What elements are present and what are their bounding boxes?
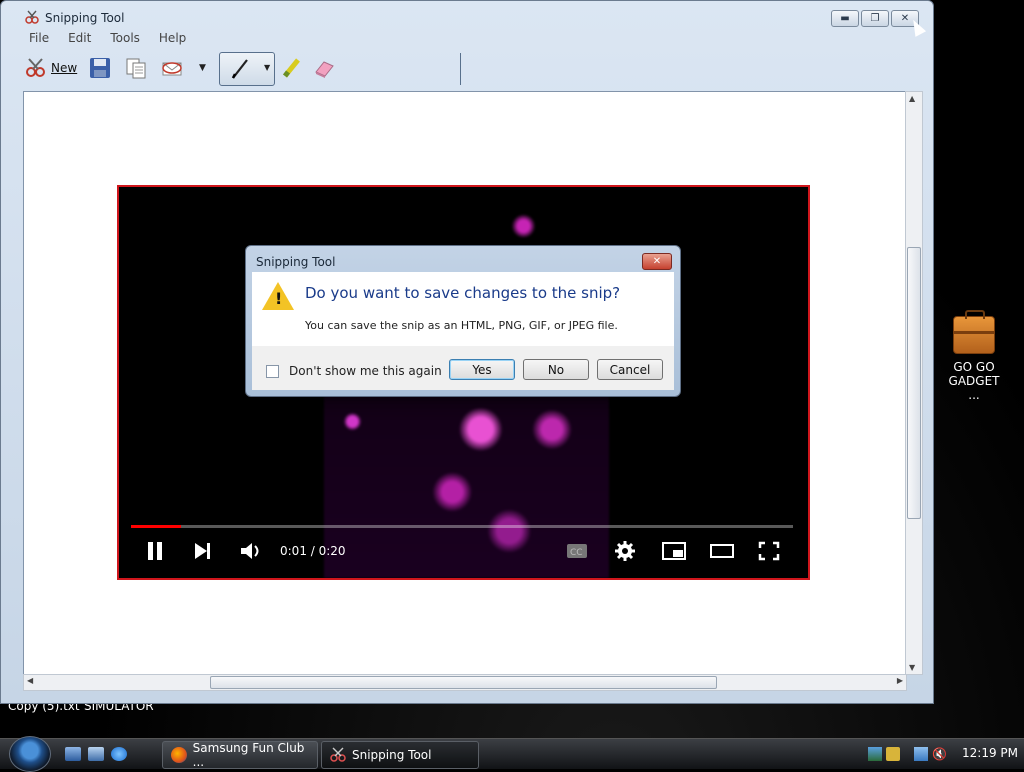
briefcase-icon	[953, 310, 995, 354]
scissors-icon	[25, 10, 39, 24]
scroll-right-icon[interactable]: ▶	[897, 676, 903, 685]
pen-icon	[231, 59, 248, 79]
taskbar-item-label: Snipping Tool	[352, 748, 432, 762]
eraser-button[interactable]	[313, 56, 335, 80]
taskbar-clock[interactable]: 12:19 PM	[962, 746, 1018, 760]
chevron-down-icon: ▼	[199, 63, 206, 73]
scroll-left-icon[interactable]: ◀	[27, 676, 33, 685]
network-icon[interactable]	[868, 747, 882, 761]
dialog-heading: Do you want to save changes to the snip?	[305, 284, 621, 302]
firefox-icon	[171, 747, 187, 763]
scroll-up-icon[interactable]: ▲	[909, 94, 915, 103]
send-snip-button[interactable]	[161, 56, 183, 80]
no-button[interactable]: No	[523, 359, 589, 380]
switch-windows-icon[interactable]	[88, 747, 104, 761]
horizontal-scroll-thumb[interactable]	[210, 676, 717, 689]
taskbar-item-snipping-tool[interactable]: Snipping Tool	[321, 741, 479, 769]
highlighter-button[interactable]	[281, 56, 303, 80]
desktop-shortcut-gadget[interactable]: GO GO GADGET ...	[942, 310, 1006, 402]
title-bar[interactable]: Snipping Tool ▬ ❐ ✕	[1, 1, 933, 31]
toolbar: New ▼ ▼	[23, 48, 923, 88]
copy-button[interactable]	[125, 56, 147, 80]
horizontal-scrollbar[interactable]: ◀ ▶	[23, 674, 907, 691]
closed-captions-icon[interactable]: CC	[566, 543, 588, 559]
desktop-shortcut-label: GO GO GADGET ...	[948, 360, 1000, 402]
system-tray: 🔇	[868, 743, 950, 765]
taskbar: Samsung Fun Club ... Snipping Tool 🔇 12:…	[0, 736, 1024, 772]
send-snip-dropdown[interactable]: ▼	[199, 56, 206, 80]
show-desktop-icon[interactable]	[65, 747, 81, 761]
dont-show-again-label[interactable]: Don't show me this again	[289, 364, 442, 378]
yes-button[interactable]: Yes	[449, 359, 515, 380]
dialog-close-button[interactable]: ✕	[642, 253, 672, 270]
vertical-scroll-thumb[interactable]	[907, 247, 921, 519]
menu-tools[interactable]: Tools	[110, 31, 140, 45]
internet-explorer-icon[interactable]	[111, 747, 127, 761]
send-email-icon	[162, 62, 182, 76]
minimize-button[interactable]: ▬	[831, 10, 859, 27]
save-button[interactable]	[89, 56, 111, 80]
dont-show-again-checkbox[interactable]	[266, 365, 279, 378]
taskbar-item-label: Samsung Fun Club ...	[192, 741, 305, 769]
connection-icon[interactable]	[914, 747, 928, 761]
start-button[interactable]	[9, 736, 51, 772]
security-icon[interactable]	[886, 747, 900, 761]
video-progress-bar[interactable]	[131, 525, 793, 528]
save-changes-dialog: Snipping Tool ✕ ! Do you want to save ch…	[245, 245, 681, 397]
svg-text:CC: CC	[570, 548, 583, 558]
video-progress-fill	[131, 525, 181, 528]
maximize-icon: ❐	[870, 13, 880, 24]
maximize-button[interactable]: ❐	[861, 10, 889, 27]
pen-tool-button[interactable]: ▼	[219, 52, 461, 86]
fullscreen-icon[interactable]	[757, 540, 781, 562]
taskbar-item-firefox[interactable]: Samsung Fun Club ...	[162, 741, 318, 769]
scissors-icon	[26, 58, 45, 77]
divider	[460, 53, 461, 85]
copy-icon	[126, 58, 146, 79]
cancel-button[interactable]: Cancel	[597, 359, 663, 380]
chevron-down-icon[interactable]: ▼	[264, 63, 270, 72]
menu-file[interactable]: File	[29, 31, 49, 45]
volume-icon[interactable]	[239, 540, 263, 562]
warning-exclamation-icon: !	[275, 289, 283, 308]
window-title: Snipping Tool	[45, 11, 125, 25]
settings-gear-icon[interactable]	[614, 540, 636, 562]
vertical-scrollbar[interactable]: ▲ ▼	[905, 91, 923, 675]
close-icon: ✕	[652, 256, 662, 267]
menu-help[interactable]: Help	[159, 31, 186, 45]
dialog-footer: Don't show me this again Yes No Cancel	[252, 346, 674, 390]
theater-mode-icon[interactable]	[709, 540, 735, 562]
dialog-body: ! Do you want to save changes to the sni…	[252, 272, 674, 346]
new-snip-button[interactable]: New	[25, 56, 77, 80]
video-time: 0:01 / 0:20	[280, 544, 346, 558]
highlighter-icon	[283, 58, 300, 78]
miniplayer-icon[interactable]	[661, 540, 687, 562]
scissors-icon	[330, 747, 346, 762]
pause-icon[interactable]	[145, 540, 165, 562]
video-controls: 0:01 / 0:20 CC	[119, 532, 808, 572]
new-button-label: New	[51, 61, 78, 75]
volume-muted-icon[interactable]: 🔇	[932, 747, 947, 761]
menu-bar: File Edit Tools Help	[23, 31, 199, 47]
eraser-icon	[315, 61, 334, 78]
dialog-title: Snipping Tool	[256, 255, 336, 269]
menu-edit[interactable]: Edit	[68, 31, 91, 45]
dialog-message: You can save the snip as an HTML, PNG, G…	[305, 319, 618, 332]
next-icon[interactable]	[193, 540, 213, 562]
scroll-down-icon[interactable]: ▼	[909, 663, 915, 672]
minimize-icon: ▬	[840, 13, 850, 24]
floppy-disk-icon	[90, 58, 110, 78]
